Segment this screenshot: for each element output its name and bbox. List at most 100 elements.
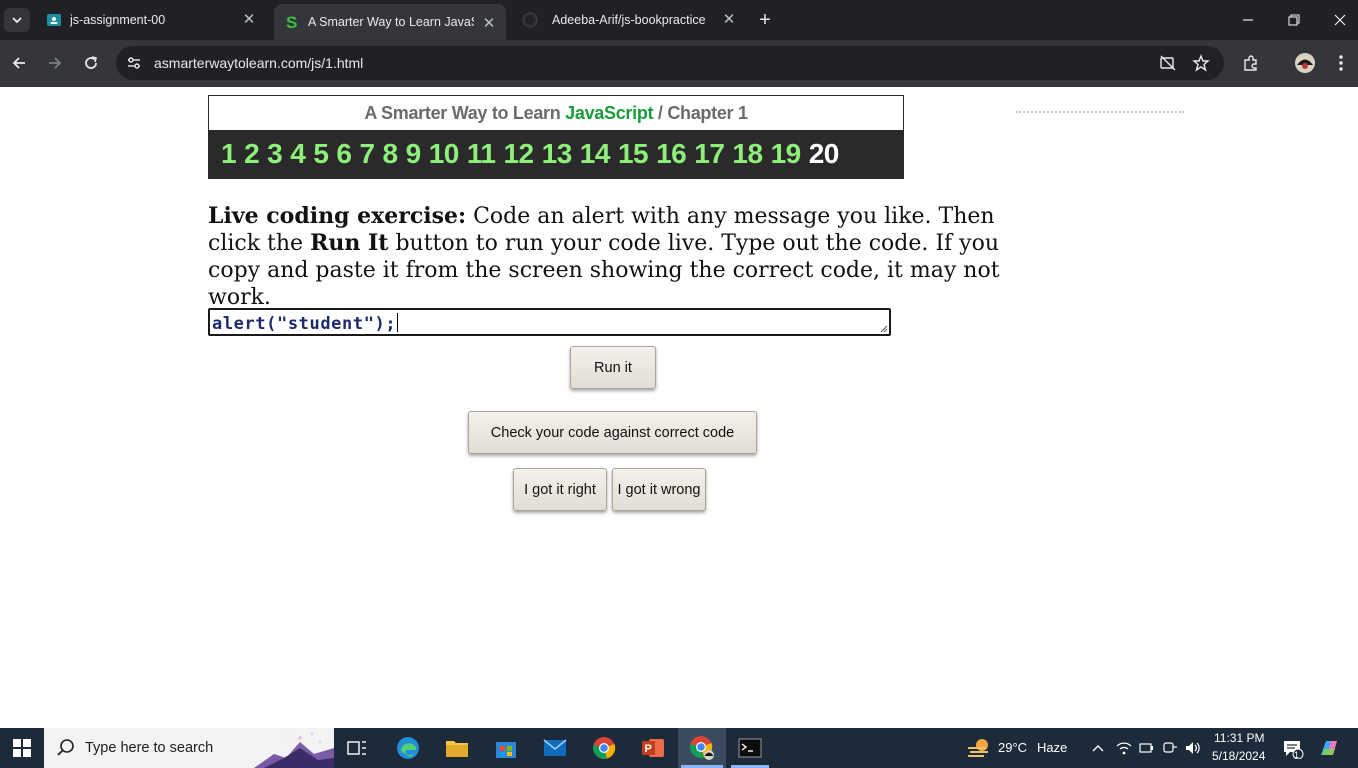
exercise-link-20[interactable]: 20 <box>809 138 840 170</box>
exercise-link-5[interactable]: 5 <box>313 138 329 170</box>
wifi-icon[interactable] <box>1116 740 1132 756</box>
edge-app[interactable] <box>394 734 422 762</box>
svg-text:S: S <box>286 14 297 30</box>
smarter-way-icon: S <box>284 14 300 30</box>
forward-button[interactable] <box>44 52 66 74</box>
notification-center-icon[interactable] <box>1282 739 1304 759</box>
code-text[interactable]: alert("student"); <box>212 313 399 334</box>
exercise-link-12[interactable]: 12 <box>503 138 534 170</box>
resize-grip-icon[interactable] <box>880 325 888 333</box>
powerpoint-icon: P <box>642 739 664 757</box>
exercise-link-9[interactable]: 9 <box>406 138 422 170</box>
tab-search-button[interactable] <box>4 8 30 32</box>
exercise-link-7[interactable]: 7 <box>359 138 375 170</box>
decorative-dots <box>1016 111 1184 113</box>
reload-button[interactable] <box>80 52 102 74</box>
exercise-link-1[interactable]: 1 <box>221 138 237 170</box>
exercise-link-19[interactable]: 19 <box>771 138 802 170</box>
check-code-button[interactable]: Check your code against correct code <box>468 411 757 454</box>
chevron-up-icon[interactable] <box>1090 740 1106 756</box>
speaker-icon[interactable] <box>1185 740 1201 756</box>
tab-github[interactable]: Adeeba-Arif/js-bookpractice ✕ <box>514 0 746 40</box>
chrome-profile-app[interactable] <box>688 734 716 762</box>
bookmark-star-icon[interactable] <box>1192 54 1210 72</box>
weather-condition[interactable]: Haze <box>1037 740 1067 755</box>
exercise-link-11[interactable]: 11 <box>467 138 496 170</box>
start-button[interactable] <box>0 728 44 768</box>
tab-title: js-assignment-00 <box>70 13 166 27</box>
classroom-icon <box>46 12 62 28</box>
weather-haze-icon[interactable] <box>966 736 992 760</box>
header-separator: / <box>653 103 668 123</box>
run-it-button[interactable]: Run it <box>570 346 656 389</box>
folder-icon <box>446 741 468 757</box>
exercise-link-16[interactable]: 16 <box>656 138 687 170</box>
search-placeholder: Type here to search <box>85 740 214 756</box>
exercise-link-3[interactable]: 3 <box>267 138 283 170</box>
minimize-button[interactable] <box>1238 10 1258 30</box>
search-highlight-art <box>254 732 334 768</box>
tab-js-assignment[interactable]: js-assignment-00 ✕ <box>36 0 266 40</box>
tab-title: Adeeba-Arif/js-bookpractice <box>552 13 706 27</box>
svg-text:P: P <box>645 743 652 755</box>
clock-time[interactable]: 11:31 PM <box>1214 731 1264 745</box>
close-tab-icon[interactable]: ✕ <box>242 12 256 27</box>
back-button[interactable] <box>8 52 30 74</box>
edge-icon <box>397 737 419 759</box>
kebab-menu-icon[interactable] <box>1331 53 1351 73</box>
code-textarea[interactable]: alert("student"); <box>208 308 891 336</box>
microsoft-store-app[interactable] <box>492 734 520 762</box>
weather-temp[interactable]: 29°C <box>998 740 1027 755</box>
exercise-link-4[interactable]: 4 <box>290 138 306 170</box>
site-settings-icon[interactable] <box>126 55 142 71</box>
mail-app[interactable] <box>541 734 569 762</box>
tab-smarter-way[interactable]: S A Smarter Way to Learn JavaScr ✕ <box>274 4 506 40</box>
file-explorer-app[interactable] <box>443 734 471 762</box>
instructions-run-it: Run It <box>310 230 389 256</box>
exercise-link-10[interactable]: 10 <box>429 138 460 170</box>
exercise-link-13[interactable]: 13 <box>542 138 573 170</box>
exercise-link-14[interactable]: 14 <box>580 138 611 170</box>
exercise-link-18[interactable]: 18 <box>732 138 763 170</box>
got-it-right-button[interactable]: I got it right <box>513 468 607 511</box>
clock-date[interactable]: 5/18/2024 <box>1212 749 1265 763</box>
powerpoint-app[interactable]: P <box>639 734 667 762</box>
network-icon[interactable] <box>1162 740 1178 756</box>
copilot-icon[interactable] <box>1318 737 1340 759</box>
store-icon <box>496 742 516 758</box>
header-brand[interactable]: JavaScript <box>565 103 653 123</box>
extensions-puzzle-icon[interactable] <box>1241 53 1261 73</box>
task-view-button[interactable] <box>343 734 371 762</box>
profile-avatar[interactable] <box>1294 52 1316 74</box>
exercise-link-17[interactable]: 17 <box>694 138 725 170</box>
chevron-down-icon <box>12 17 22 24</box>
chrome-app[interactable] <box>590 734 618 762</box>
close-icon <box>1334 14 1346 26</box>
exercise-number-bar: 1 2 3 4 5 6 7 8 9 10 11 12 13 14 15 16 17 18 19 20 <box>209 130 903 178</box>
arrow-left-icon <box>12 57 25 69</box>
restore-button[interactable] <box>1284 10 1304 30</box>
browser-toolbar: asmarterwaytolearn.com/js/1.html <box>0 40 1358 87</box>
exercise-link-8[interactable]: 8 <box>383 138 399 170</box>
web-page: A Smarter Way to Learn JavaScript / Chap… <box>0 87 1358 728</box>
instructions-lead: Live coding exercise: <box>208 203 467 229</box>
exercise-link-6[interactable]: 6 <box>336 138 352 170</box>
chrome-icon <box>593 737 616 759</box>
windows-taskbar: Type here to search P 29°C Haze 11:31 PM… <box>0 728 1358 768</box>
terminal-app[interactable] <box>736 734 764 762</box>
new-tab-button[interactable]: + <box>755 10 775 30</box>
battery-plug-icon[interactable] <box>1139 740 1155 756</box>
taskbar-search-box[interactable]: Type here to search <box>44 728 334 768</box>
chapter-navigation: A Smarter Way to Learn JavaScript / Chap… <box>208 95 904 179</box>
close-tab-icon[interactable]: ✕ <box>482 16 496 31</box>
url-text[interactable]: asmarterwaytolearn.com/js/1.html <box>154 55 363 71</box>
close-window-button[interactable] <box>1330 10 1350 30</box>
got-it-wrong-button[interactable]: I got it wrong <box>612 468 706 511</box>
camera-off-icon[interactable] <box>1159 54 1177 72</box>
chapter-header: A Smarter Way to Learn JavaScript / Chap… <box>209 96 903 130</box>
close-tab-icon[interactable]: ✕ <box>722 12 736 27</box>
reload-icon <box>85 56 97 69</box>
exercise-link-2[interactable]: 2 <box>244 138 260 170</box>
exercise-link-15[interactable]: 15 <box>618 138 649 170</box>
address-bar[interactable]: asmarterwaytolearn.com/js/1.html <box>116 46 1224 80</box>
